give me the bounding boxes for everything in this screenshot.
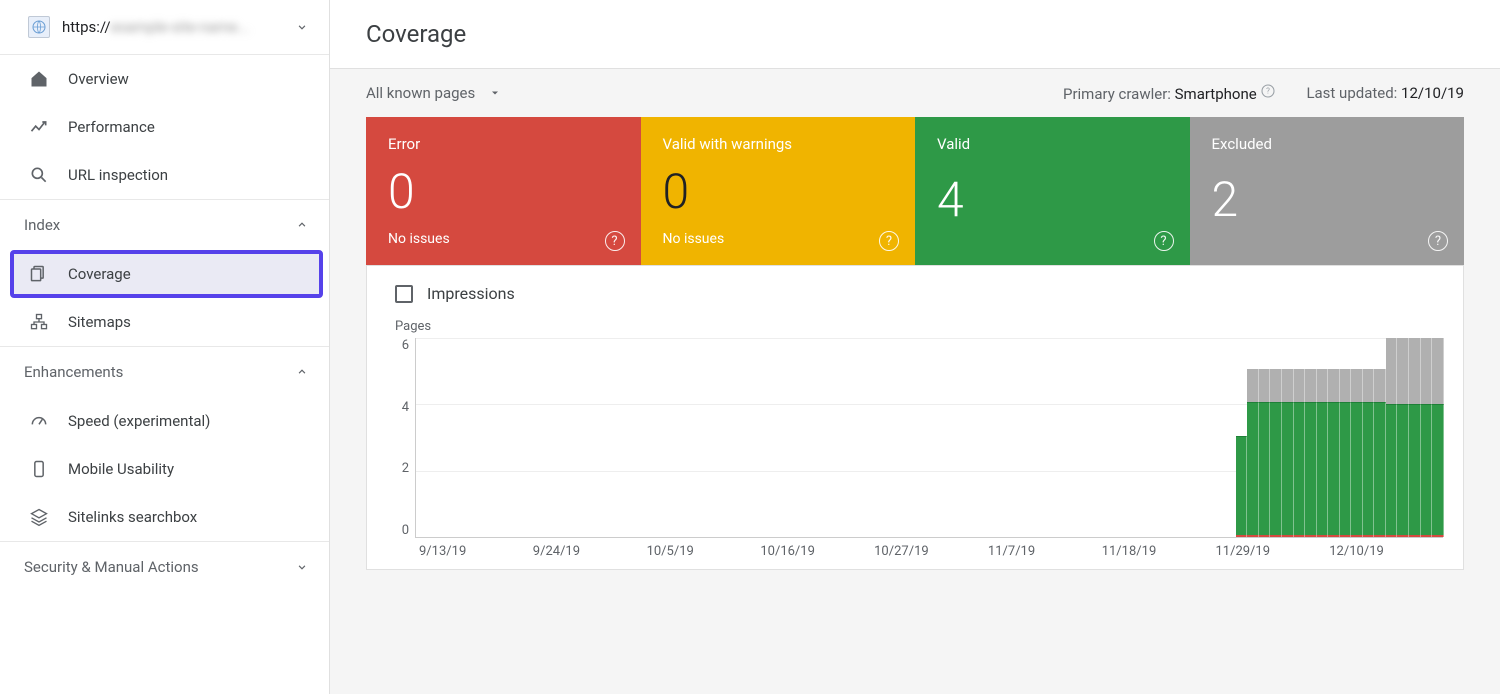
card-sub: No issues [663,231,894,247]
nav-item-sitemaps[interactable]: Sitemaps [0,298,329,346]
last-updated: Last updated: 12/10/19 [1306,84,1464,102]
caret-down-icon [295,20,309,34]
search-icon [28,165,50,185]
card-valid[interactable]: Valid 4 ? [915,117,1190,265]
help-icon[interactable]: ? [879,231,899,251]
primary-crawler: Primary crawler: Smartphone ? [1063,83,1276,103]
nav-label: Speed (experimental) [68,412,210,430]
nav-label: Sitelinks searchbox [68,508,197,526]
property-selector[interactable]: https://example-site-name... [0,0,329,54]
chevron-up-icon [295,218,309,232]
impressions-label: Impressions [427,284,515,303]
nav-section-label: Security & Manual Actions [24,558,199,576]
pages-icon [28,264,50,284]
card-excluded[interactable]: Excluded 2 ? [1190,117,1465,265]
nav-item-url-inspection[interactable]: URL inspection [0,151,329,199]
nav-item-speed[interactable]: Speed (experimental) [0,397,329,445]
nav-item-overview[interactable]: Overview [0,55,329,103]
page-title: Coverage [366,20,1464,48]
card-value: 0 [388,168,619,216]
card-label: Valid [937,135,1168,153]
checkbox-icon[interactable] [395,285,413,303]
nav-section-label: Enhancements [24,363,123,381]
nav-item-mobile-usability[interactable]: Mobile Usability [0,445,329,493]
mobile-icon [28,459,50,479]
nav-label: Sitemaps [68,313,131,331]
trend-icon [28,117,50,137]
chart-ylabel: Pages [395,319,1443,334]
caret-down-icon [489,87,501,99]
chart: 6 4 2 0 [387,338,1443,538]
nav-section-security[interactable]: Security & Manual Actions [0,541,329,592]
filterbar: All known pages Primary crawler: Smartph… [330,69,1500,117]
card-valid-with-warnings[interactable]: Valid with warnings 0 No issues ? [641,117,916,265]
nav-item-coverage[interactable]: Coverage [10,250,323,298]
titlebar: Coverage [330,0,1500,69]
chevron-up-icon [295,365,309,379]
svg-text:?: ? [1267,87,1271,96]
nav-section-enhancements[interactable]: Enhancements [0,346,329,397]
speed-icon [28,411,50,431]
layers-icon [28,507,50,527]
impressions-toggle[interactable]: Impressions [387,284,1443,303]
nav-label: URL inspection [68,166,168,184]
nav-section-index[interactable]: Index [0,199,329,250]
card-label: Excluded [1212,135,1443,153]
nav: Overview Performance URL inspection Inde… [0,54,329,592]
property-url: https://example-site-name... [62,18,283,36]
help-icon[interactable]: ? [1428,231,1448,251]
nav-item-sitelinks-searchbox[interactable]: Sitelinks searchbox [0,493,329,541]
chart-yaxis: 6 4 2 0 [387,338,415,538]
page-filter-dropdown[interactable]: All known pages [366,84,501,102]
status-cards: Error 0 No issues ? Valid with warnings … [366,117,1464,265]
nav-label: Overview [68,70,129,88]
nav-label: Coverage [68,265,131,283]
card-value: 4 [937,176,1168,224]
chart-plot[interactable] [415,338,1443,538]
nav-label: Mobile Usability [68,460,174,478]
home-icon [28,69,50,89]
main: Coverage All known pages Primary crawler… [330,0,1500,694]
nav-label: Performance [68,118,155,136]
card-error[interactable]: Error 0 No issues ? [366,117,641,265]
card-label: Valid with warnings [663,135,894,153]
card-sub: No issues [388,231,619,247]
help-icon[interactable]: ? [605,231,625,251]
card-value: 0 [663,168,894,216]
sidebar: https://example-site-name... Overview Pe… [0,0,330,694]
sitemap-icon [28,312,50,332]
chart-panel: Impressions Pages 6 4 2 0 [366,265,1464,570]
card-label: Error [388,135,619,153]
nav-section-label: Index [24,216,60,234]
chart-xaxis: 9/13/199/24/1910/5/1910/16/1910/27/1911/… [415,544,1443,559]
nav-item-performance[interactable]: Performance [0,103,329,151]
help-icon[interactable]: ? [1260,85,1276,103]
page-filter-label: All known pages [366,84,475,102]
card-value: 2 [1212,176,1443,224]
globe-icon [28,16,50,38]
chevron-down-icon [295,560,309,574]
help-icon[interactable]: ? [1154,231,1174,251]
